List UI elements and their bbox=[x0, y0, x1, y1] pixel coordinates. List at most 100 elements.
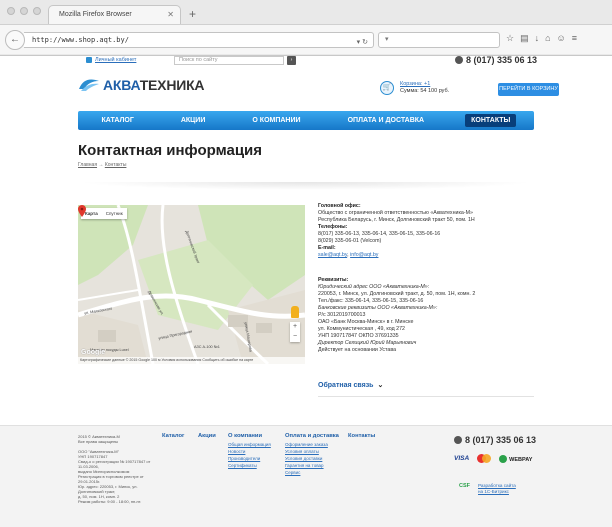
maximize-window-button[interactable] bbox=[33, 7, 41, 15]
zoom-in-icon[interactable]: + bbox=[290, 322, 300, 332]
browser-search-field[interactable]: ▾ bbox=[378, 32, 500, 48]
footer-link[interactable]: Условия оплаты bbox=[285, 448, 339, 455]
webpay-icon bbox=[499, 454, 508, 463]
cart-widget: 🛒 Корзина: +1 Сумма: 54 100 руб. bbox=[380, 81, 449, 95]
requisites-line: Юридический адрес ООО «Акватехника-М»: bbox=[318, 284, 430, 290]
site-footer: 2015 © Акватехника-М Все права защищены … bbox=[0, 425, 612, 527]
browser-chrome: Mozilla Firefox Browser ✕ + http://www.s… bbox=[0, 0, 612, 56]
phone-line: 8(029) 335-06-01 (Velcom) bbox=[318, 238, 382, 244]
footer-link-about[interactable]: О компании bbox=[228, 433, 271, 440]
footer-link-delivery[interactable]: Оплата и доставка bbox=[285, 433, 339, 440]
requisites-line: Директор Селицкий Юрий Марьянович bbox=[318, 340, 417, 346]
chevron-down-icon: ⌄ bbox=[377, 382, 384, 389]
location-map[interactable]: Карта Спутник Долгиновский тракт Дражинс… bbox=[78, 205, 305, 364]
footer-link[interactable]: Оформление заказа bbox=[285, 441, 339, 448]
legal-line: Режим работы: 9:00 - 18:00, пн-пт. bbox=[78, 499, 142, 504]
site-logo[interactable]: АКВАТЕХНИКА bbox=[78, 77, 205, 93]
breadcrumb-separator: → bbox=[98, 162, 104, 168]
footer-link[interactable]: Общая информация bbox=[228, 441, 271, 448]
cart-sum: Сумма: 54 100 руб. bbox=[400, 88, 450, 94]
zoom-out-icon[interactable]: − bbox=[290, 332, 300, 342]
webpay-logo: WEBPAY bbox=[499, 454, 532, 463]
bookmark-star-icon[interactable]: ☆ bbox=[506, 33, 514, 44]
map-terrain bbox=[78, 205, 305, 364]
mastercard-logo bbox=[477, 454, 492, 463]
feedback-label: Обратная связь bbox=[318, 382, 374, 389]
footer-link-catalog[interactable]: Каталог bbox=[162, 433, 184, 440]
phone-icon bbox=[455, 56, 463, 64]
email-heading: E-mail: bbox=[318, 245, 336, 251]
footer-col-delivery: Оплата и доставка Оформление заказа Усло… bbox=[285, 433, 339, 476]
cabinet-link-wrap: Личный кабинет bbox=[86, 57, 136, 63]
cart-icon[interactable]: 🛒 bbox=[380, 81, 394, 95]
home-icon[interactable]: ⌂ bbox=[545, 33, 550, 44]
developer-link[interactable]: Разработка сайта на 1С-Битрикс bbox=[478, 483, 516, 495]
office-line: Общество с ограниченной ответственностью… bbox=[318, 210, 473, 216]
footer-col-contacts: Контакты bbox=[348, 433, 375, 441]
tab-close-icon[interactable]: ✕ bbox=[167, 10, 174, 19]
legal-line: Юр. адрес: 220053, г. Минск, ул. Долгино… bbox=[78, 484, 138, 494]
menu-item-actions[interactable]: АКЦИИ bbox=[175, 114, 212, 127]
visa-logo: VISA bbox=[454, 455, 470, 462]
reader-icon[interactable]: ▤ bbox=[520, 33, 529, 44]
go-to-cart-button[interactable]: ПЕРЕЙТИ В КОРЗИНУ bbox=[498, 83, 559, 96]
requisites-line: Р/с 3012019700013 bbox=[318, 312, 366, 318]
email-link-sale[interactable]: sale@aqt.by bbox=[318, 252, 347, 258]
address-bar[interactable]: http://www.shop.aqt.by/ ▾ ↻ bbox=[24, 32, 374, 48]
legal-line: Регистрация в торговом реестре от 29.01.… bbox=[78, 474, 144, 484]
map-pin-icon[interactable] bbox=[78, 205, 86, 217]
contact-info: Головной офис: Общество с ограниченной о… bbox=[318, 203, 536, 354]
street-view-icon[interactable] bbox=[291, 306, 299, 318]
url-text: http://www.shop.aqt.by/ bbox=[32, 36, 129, 44]
reload-icon[interactable]: ▾ ↻ bbox=[357, 36, 368, 50]
logo-text-b: ТЕХНИКА bbox=[139, 77, 205, 93]
footer-link[interactable]: Сертификаты bbox=[228, 462, 271, 469]
footer-link[interactable]: Гарантия на товар bbox=[285, 462, 339, 469]
download-icon[interactable]: ↓ bbox=[535, 33, 540, 44]
phone-icon bbox=[454, 436, 462, 444]
footer-link[interactable]: Производители bbox=[228, 455, 271, 462]
menu-item-about[interactable]: О КОМПАНИИ bbox=[246, 114, 306, 127]
minimize-window-button[interactable] bbox=[20, 7, 28, 15]
feedback-toggle[interactable]: Обратная связь ⌄ bbox=[318, 381, 383, 389]
website: Личный кабинет Поиск по сайту › 8 (017) … bbox=[0, 55, 612, 527]
site-search-input[interactable]: Поиск по сайту bbox=[174, 56, 284, 65]
menu-item-contacts[interactable]: КОНТАКТЫ bbox=[465, 114, 517, 127]
search-submit-icon[interactable]: › bbox=[287, 56, 296, 65]
office-heading: Головной офис: bbox=[318, 203, 361, 209]
requisites-line: ОАО «Банк Москва-Минск» в г. Минске bbox=[318, 319, 414, 325]
main-menu: КАТАЛОГ АКЦИИ О КОМПАНИИ ОПЛАТА И ДОСТАВ… bbox=[78, 111, 534, 130]
footer-link-actions[interactable]: Акции bbox=[198, 433, 216, 440]
navigation-toolbar: http://www.shop.aqt.by/ ▾ ↻ ← ▾ ☆ ▤ ↓ ⌂ … bbox=[0, 24, 612, 54]
chat-icon[interactable]: ☺ bbox=[557, 33, 566, 44]
office-line: Республика Беларусь, г. Минск, Долгиновс… bbox=[318, 217, 475, 223]
legal-line: Свид-о о регистрации № 190717847 от 11.0… bbox=[78, 459, 151, 469]
requisites-line: 220053, г. Минск, ул. Долгиновский тракт… bbox=[318, 291, 476, 297]
menu-item-catalog[interactable]: КАТАЛОГ bbox=[96, 114, 140, 127]
payment-logos: VISA WEBPAY bbox=[454, 454, 532, 463]
new-tab-icon[interactable]: + bbox=[189, 8, 196, 20]
back-button[interactable]: ← bbox=[5, 30, 25, 50]
breadcrumb-home[interactable]: Главная bbox=[78, 162, 97, 168]
menu-icon[interactable]: ≡ bbox=[572, 33, 577, 44]
footer-link[interactable]: Новости bbox=[228, 448, 271, 455]
page-title: Контактная информация bbox=[78, 142, 263, 159]
requisites-line: ул. Коммунистическая , 49, код 272 bbox=[318, 326, 405, 332]
footer-link[interactable]: Условия доставки bbox=[285, 455, 339, 462]
breadcrumb-current: Контакты bbox=[104, 162, 127, 168]
footer-link[interactable]: Сервис bbox=[285, 469, 339, 476]
map-type-switch: Карта Спутник bbox=[81, 208, 127, 219]
personal-cabinet-link[interactable]: Личный кабинет bbox=[95, 57, 136, 63]
header-phone: 8 (017) 335 06 13 bbox=[455, 55, 537, 65]
breadcrumb: Главная → Контакты bbox=[78, 162, 126, 168]
cart-link[interactable]: Корзина: +1 bbox=[400, 81, 430, 87]
browser-tab[interactable]: Mozilla Firefox Browser ✕ bbox=[48, 5, 181, 24]
map-type-satellite-button[interactable]: Спутник bbox=[102, 208, 127, 219]
menu-item-delivery[interactable]: ОПЛАТА И ДОСТАВКА bbox=[342, 114, 431, 127]
email-link-info[interactable]: info@aqt.by bbox=[350, 252, 378, 258]
footer-link-contacts[interactable]: Контакты bbox=[348, 433, 375, 440]
google-logo: Google bbox=[81, 349, 106, 356]
close-window-button[interactable] bbox=[7, 7, 15, 15]
divider bbox=[78, 182, 534, 190]
footer-col-catalog: Каталог bbox=[162, 433, 184, 441]
